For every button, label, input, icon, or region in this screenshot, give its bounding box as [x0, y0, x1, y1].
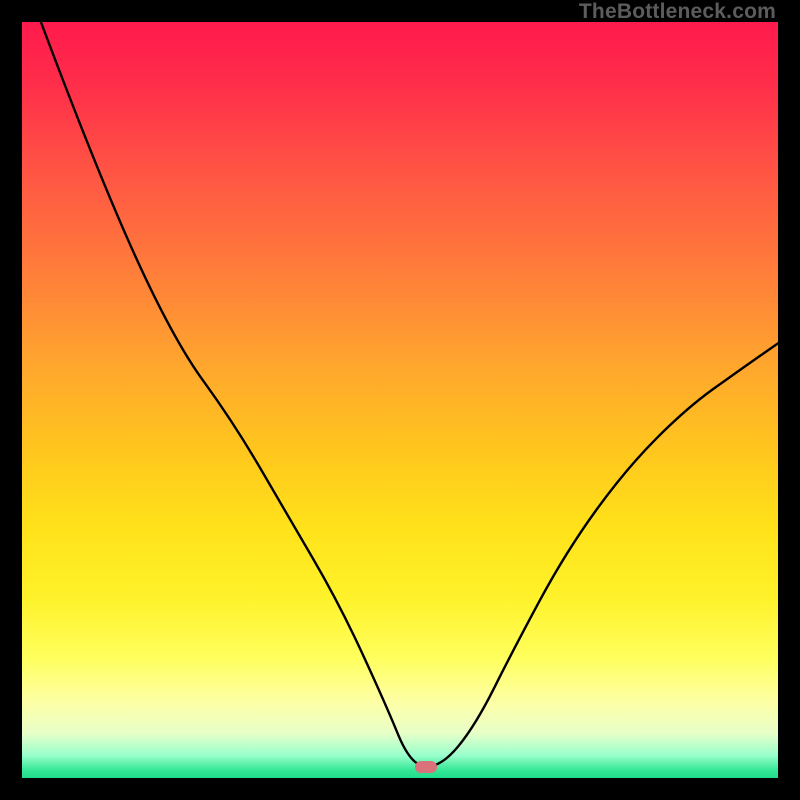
chart-plot-area — [22, 22, 778, 778]
bottleneck-curve — [22, 22, 778, 778]
chart-frame: TheBottleneck.com — [0, 0, 800, 800]
watermark-text: TheBottleneck.com — [579, 0, 776, 24]
bottleneck-marker — [415, 761, 437, 773]
